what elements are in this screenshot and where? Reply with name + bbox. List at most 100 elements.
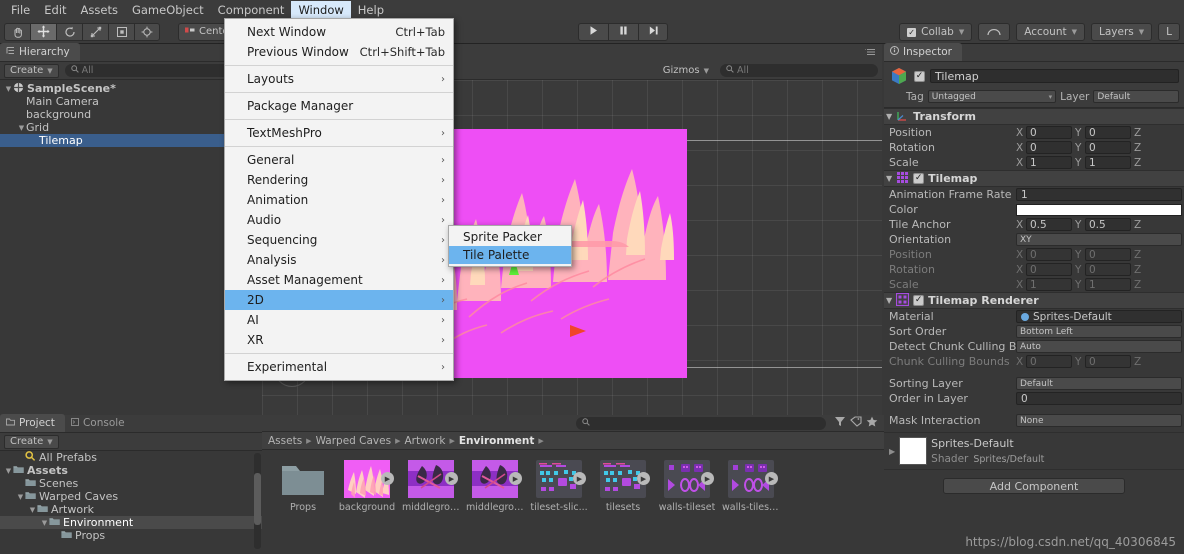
tab-console[interactable]: Console <box>65 414 135 432</box>
hierarchy-row-maincamera[interactable]: Main Camera <box>0 95 262 108</box>
menu-gameobject[interactable]: GameObject <box>125 1 211 19</box>
property-dropdown[interactable]: None <box>1016 414 1182 427</box>
x-value[interactable]: 1 <box>1026 156 1072 169</box>
submenu-item-sprite-packer[interactable]: Sprite Packer <box>449 228 571 246</box>
breadcrumb-item-assets[interactable]: Assets <box>268 435 302 447</box>
vector-z[interactable]: Z <box>1134 356 1154 368</box>
hierarchy-tree[interactable]: ▼ SampleScene* Main Camera background ▼ Grid T… <box>0 80 262 147</box>
gameobject-enabled-checkbox[interactable]: ✓ <box>914 70 925 82</box>
project-folder-tree[interactable]: All ModelsAll Prefabs▼AssetsScenes▼Warpe… <box>0 451 262 551</box>
rect-tool-button[interactable] <box>108 22 134 41</box>
vector-x[interactable]: X0 <box>1016 355 1072 368</box>
project-tree-row-allprefabs[interactable]: All Prefabs <box>0 451 262 464</box>
asset-preview-play-icon[interactable]: ▶ <box>637 472 650 485</box>
play-button[interactable] <box>578 23 608 41</box>
menu-item-xr[interactable]: XR › <box>225 330 453 350</box>
asset-preview-play-icon[interactable]: ▶ <box>445 472 458 485</box>
asset-grid[interactable]: Props ▶ background ▶ middlegrou... ▶ middlegro… <box>262 450 884 513</box>
project-tree-row-environment[interactable]: ▼ Environment <box>0 516 262 529</box>
vector-y[interactable]: Y0 <box>1075 263 1131 276</box>
component-enabled-checkbox[interactable]: ✓ <box>913 295 925 306</box>
submenu-item-tile-palette[interactable]: Tile Palette <box>449 246 571 264</box>
asset-preview-play-icon[interactable]: ▶ <box>573 472 586 485</box>
menu-item-ai[interactable]: AI › <box>225 310 453 330</box>
vector-z[interactable]: Z <box>1134 157 1154 169</box>
y-value[interactable]: 0 <box>1085 126 1131 139</box>
asset-preview-play-icon[interactable]: ▶ <box>509 472 522 485</box>
breadcrumb[interactable]: Assets ▶ Warped Caves ▶ Artwork ▶ Environment ▶ <box>262 432 884 450</box>
layer-dropdown[interactable]: Default <box>1093 90 1179 103</box>
vector-y[interactable]: Y 0.5 <box>1075 218 1131 231</box>
vector-z[interactable]: Z <box>1134 249 1154 261</box>
asset-item[interactable]: ▶ tileset-slic... <box>530 460 588 513</box>
x-value[interactable]: 0 <box>1026 263 1072 276</box>
asset-preview-play-icon[interactable]: ▶ <box>701 472 714 485</box>
property-dropdown[interactable]: XY <box>1016 233 1182 246</box>
shader-value[interactable]: Sprites/Default <box>973 454 1044 465</box>
layout-button[interactable]: L <box>1158 23 1180 41</box>
disclosure-triangle[interactable]: ▼ <box>17 124 26 132</box>
disclosure-triangle[interactable]: ▼ <box>4 85 13 93</box>
property-value[interactable]: 0 <box>1016 392 1182 405</box>
vector-z[interactable]: Z <box>1134 127 1154 139</box>
vector-x[interactable]: X0 <box>1016 248 1072 261</box>
scene-view-options-icon[interactable] <box>865 46 876 59</box>
menu-item-animation[interactable]: Animation › <box>225 190 453 210</box>
vector-x[interactable]: X0 <box>1016 263 1072 276</box>
menu-item-rendering[interactable]: Rendering › <box>225 170 453 190</box>
vector-x[interactable]: X0 <box>1016 126 1072 139</box>
tab-project[interactable]: Project <box>0 414 65 432</box>
move-tool-button[interactable] <box>30 22 56 41</box>
property-value[interactable]: 1 <box>1016 188 1182 201</box>
pause-button[interactable] <box>608 23 638 41</box>
menu-item-asset-management[interactable]: Asset Management › <box>225 270 453 290</box>
menu-item-layouts[interactable]: Layouts › <box>225 69 453 89</box>
y-value[interactable]: 0 <box>1085 355 1131 368</box>
asset-item[interactable]: ▶ background <box>339 460 395 513</box>
vector-y[interactable]: Y0 <box>1075 141 1131 154</box>
disclosure-triangle[interactable]: ▼ <box>40 519 49 527</box>
collapse-triangle-icon[interactable]: ▼ <box>886 174 892 183</box>
cloud-button[interactable] <box>978 23 1011 41</box>
gameobject-name-field[interactable]: Tilemap <box>930 69 1179 83</box>
filter-label-icon[interactable] <box>850 416 862 430</box>
vector-z[interactable]: Z <box>1134 264 1154 276</box>
account-button[interactable]: Account ▼ <box>1016 23 1085 41</box>
hierarchy-row-tilemap[interactable]: Tilemap <box>0 134 262 147</box>
rotate-tool-button[interactable] <box>56 22 82 41</box>
y-value[interactable]: 0 <box>1085 141 1131 154</box>
asset-preview-play-icon[interactable]: ▶ <box>765 472 778 485</box>
asset-search-input[interactable] <box>576 416 826 430</box>
move-gizmo-right-arrow[interactable] <box>570 325 586 337</box>
hierarchy-create-button[interactable]: Create ▼ <box>4 63 59 78</box>
breadcrumb-item-artwork[interactable]: Artwork <box>404 435 445 447</box>
x-value[interactable]: 1 <box>1026 278 1072 291</box>
tab-inspector[interactable]: Inspector <box>884 43 962 61</box>
property-dropdown[interactable]: Auto <box>1016 340 1182 353</box>
y-value[interactable]: 0 <box>1085 263 1131 276</box>
vector-z[interactable]: Z <box>1134 142 1154 154</box>
project-tree-row-artwork[interactable]: ▼ Artwork <box>0 503 262 516</box>
vector-z[interactable]: Z <box>1134 219 1154 231</box>
asset-item[interactable]: ▶ tilesets <box>598 460 650 513</box>
asset-thumbnail[interactable]: ▶ <box>728 460 778 498</box>
step-button[interactable] <box>638 23 668 41</box>
asset-item[interactable]: Props <box>278 460 328 513</box>
menu-window[interactable]: Window <box>291 1 351 19</box>
hierarchy-row-background[interactable]: background <box>0 108 262 121</box>
vector-x[interactable]: X1 <box>1016 278 1072 291</box>
asset-preview-play-icon[interactable]: ▶ <box>381 472 394 485</box>
menu-item-sequencing[interactable]: Sequencing › <box>225 230 453 250</box>
hierarchy-row-samplescene[interactable]: ▼ SampleScene* <box>0 82 262 95</box>
expand-arrow-icon[interactable]: ▶ <box>889 447 895 456</box>
tag-dropdown[interactable]: Untagged ▾ <box>927 90 1057 103</box>
disclosure-triangle[interactable]: ▼ <box>4 467 13 475</box>
collab-button[interactable]: ✓ Collab ▼ <box>899 23 973 41</box>
asset-item[interactable]: ▶ walls-tileset <box>659 460 715 513</box>
color-swatch[interactable] <box>1016 203 1182 216</box>
project-tree-row-scenes[interactable]: Scenes <box>0 477 262 490</box>
project-tree-scrollbar[interactable] <box>254 453 261 549</box>
scene-search-input[interactable]: All <box>720 64 878 77</box>
asset-item[interactable]: ▶ middlegrou... <box>402 460 460 513</box>
menu-item-experimental[interactable]: Experimental › <box>225 357 453 377</box>
